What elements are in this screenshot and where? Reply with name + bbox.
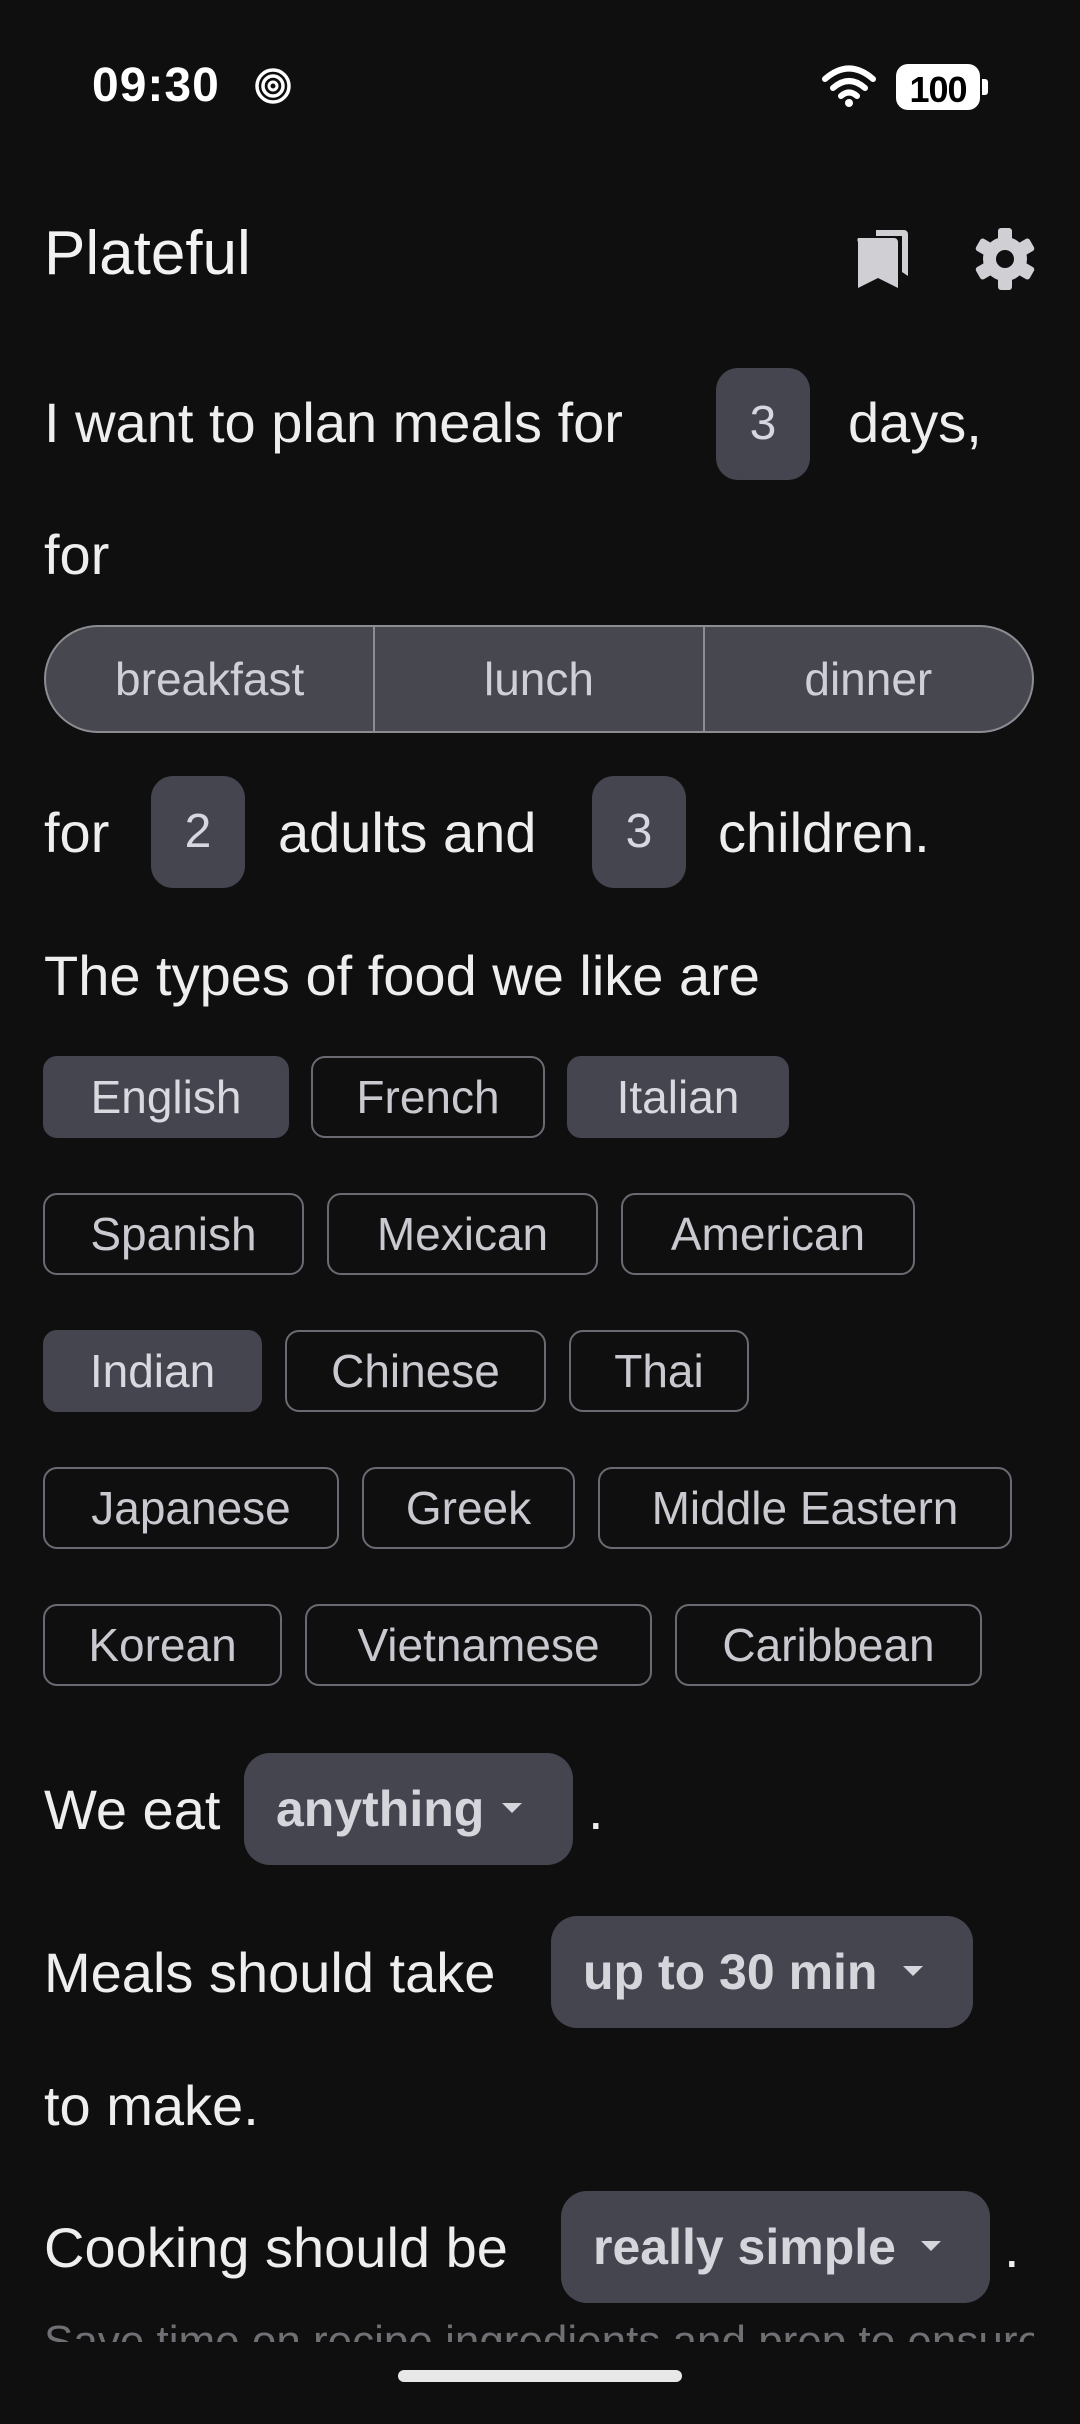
chip-chinese[interactable]: Chinese <box>285 1330 546 1412</box>
chip-thai[interactable]: Thai <box>569 1330 749 1412</box>
chip-french[interactable]: French <box>311 1056 545 1138</box>
chip-middle-eastern[interactable]: Middle Eastern <box>598 1467 1012 1549</box>
spiral-notification-icon <box>255 68 291 104</box>
time-dropdown[interactable]: up to 30 min <box>551 1916 973 2028</box>
gear-icon[interactable] <box>970 224 1040 294</box>
chevron-down-icon <box>921 2241 941 2251</box>
bookmarks-icon[interactable] <box>846 224 916 294</box>
diet-dropdown[interactable]: anything <box>244 1753 573 1865</box>
chip-italian[interactable]: Italian <box>567 1056 789 1138</box>
diet-prefix: We eat <box>44 1778 221 1841</box>
children-label: children. <box>718 801 930 864</box>
chip-caribbean[interactable]: Caribbean <box>675 1604 982 1686</box>
chip-american[interactable]: American <box>621 1193 915 1275</box>
cuisine-label: The types of food we like are <box>44 944 760 1007</box>
days-suffix-text: days, <box>848 391 982 454</box>
segment-breakfast[interactable]: breakfast <box>46 627 373 731</box>
cooking-suffix: . <box>1004 2216 1020 2279</box>
segment-lunch[interactable]: lunch <box>373 627 702 731</box>
for-text-2: for <box>44 801 110 864</box>
diet-value: anything <box>276 1781 485 1837</box>
time-suffix: to make. <box>44 2074 259 2137</box>
cut-off-description: Save time on recipe ingredients and prep… <box>44 2317 1034 2342</box>
status-time: 09:30 <box>92 59 220 112</box>
battery-icon: 100 <box>896 64 988 110</box>
time-prefix: Meals should take <box>44 1941 496 2004</box>
chip-english[interactable]: English <box>43 1056 289 1138</box>
chip-mexican[interactable]: Mexican <box>327 1193 598 1275</box>
for-text: for <box>44 523 110 586</box>
children-stepper[interactable]: 3 <box>592 776 686 888</box>
diet-suffix: . <box>588 1778 604 1841</box>
wifi-icon <box>822 65 876 107</box>
app-title: Plateful <box>44 219 251 288</box>
days-stepper[interactable]: 3 <box>716 368 810 480</box>
home-indicator[interactable] <box>398 2370 682 2382</box>
battery-level: 100 <box>909 69 967 110</box>
chevron-down-icon <box>502 1803 522 1813</box>
intro-text: I want to plan meals for <box>44 391 623 454</box>
segment-dinner[interactable]: dinner <box>702 627 1032 731</box>
cooking-prefix: Cooking should be <box>44 2216 508 2279</box>
chip-vietnamese[interactable]: Vietnamese <box>305 1604 652 1686</box>
adults-label: adults and <box>278 801 537 864</box>
chip-korean[interactable]: Korean <box>43 1604 282 1686</box>
cooking-value: really simple <box>593 2219 896 2275</box>
status-bar: 09:30 100 <box>0 0 1080 175</box>
time-value: up to 30 min <box>583 1944 878 2000</box>
cooking-dropdown[interactable]: really simple <box>561 2191 990 2303</box>
meal-type-selector: breakfast lunch dinner <box>44 625 1034 733</box>
chip-indian[interactable]: Indian <box>43 1330 262 1412</box>
adults-stepper[interactable]: 2 <box>151 776 245 888</box>
chip-japanese[interactable]: Japanese <box>43 1467 339 1549</box>
chevron-down-icon <box>903 1966 923 1976</box>
chip-spanish[interactable]: Spanish <box>43 1193 304 1275</box>
chip-greek[interactable]: Greek <box>362 1467 575 1549</box>
